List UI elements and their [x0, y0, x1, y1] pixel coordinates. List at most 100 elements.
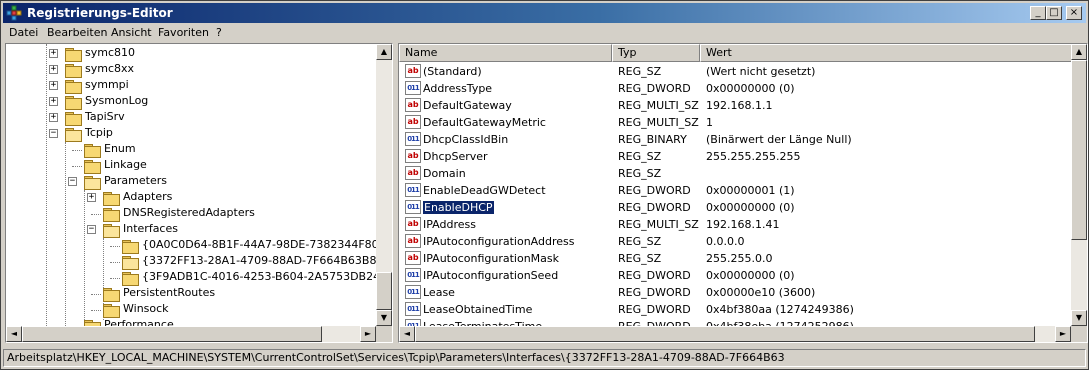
- tree-node[interactable]: Linkage: [6, 158, 376, 174]
- menu-help[interactable]: ?: [216, 26, 222, 39]
- tree-scroll-down-button[interactable]: ▼: [376, 310, 392, 326]
- folder-icon: [122, 240, 139, 254]
- tree-node[interactable]: − Tcpip: [6, 126, 376, 142]
- tree-node[interactable]: + symc8xx: [6, 62, 376, 78]
- value-row[interactable]: 011 IPAutoconfigurationSeed REG_DWORD 0x000…: [399, 267, 1073, 284]
- tree-node[interactable]: + Adapters: [6, 190, 376, 206]
- window-title: Registrierungs-Editor: [27, 6, 173, 20]
- tree-node-label: Interfaces: [123, 222, 178, 235]
- tree-guide-line: [72, 166, 82, 167]
- title-bar[interactable]: Registrierungs-Editor _ □ ×: [3, 3, 1086, 23]
- registry-tree-pane[interactable]: Performance Winsock PersistentRoutes {3F9AD…: [5, 43, 393, 343]
- tree-node[interactable]: Winsock: [6, 302, 376, 318]
- tree-horizontal-scrollbar[interactable]: ◄ ►: [6, 326, 376, 342]
- value-data: (Binärwert der Länge Null): [706, 133, 852, 146]
- tree-node[interactable]: DNSRegisteredAdapters: [6, 206, 376, 222]
- tree-node[interactable]: + symc810: [6, 46, 376, 62]
- value-data: 192.168.1.41: [706, 218, 780, 231]
- menu-datei[interactable]: Datei: [9, 26, 38, 39]
- list-vertical-scrollbar[interactable]: ▲ ▼: [1071, 44, 1087, 326]
- list-scroll-down-button[interactable]: ▼: [1071, 310, 1087, 326]
- value-type: REG_DWORD: [618, 303, 691, 316]
- value-row[interactable]: 011 DhcpClassIdBin REG_BINARY (Binärwert de…: [399, 131, 1073, 148]
- tree-expander-button[interactable]: +: [87, 193, 96, 202]
- close-button[interactable]: ×: [1066, 6, 1082, 20]
- list-scroll-up-button[interactable]: ▲: [1071, 44, 1087, 60]
- list-scroll-thumb[interactable]: [1071, 60, 1087, 240]
- tree-scroll-corner: [376, 326, 392, 342]
- tree-expander-button[interactable]: +: [49, 49, 58, 58]
- value-row[interactable]: ab DefaultGateway REG_MULTI_SZ 192.168.1.1: [399, 97, 1073, 114]
- menu-bearbeiten[interactable]: Bearbeiten: [47, 26, 107, 39]
- value-type: REG_DWORD: [618, 269, 691, 282]
- tree-node[interactable]: Enum: [6, 142, 376, 158]
- value-row[interactable]: ab IPAutoconfigurationAddress REG_SZ 0.0.0.…: [399, 233, 1073, 250]
- tree-scroll-thumb[interactable]: [376, 272, 392, 310]
- folder-icon: [103, 304, 120, 318]
- tree-expander-button[interactable]: +: [49, 97, 58, 106]
- value-data: 0x00000000 (0): [706, 269, 795, 282]
- tree-node-label: symc810: [85, 46, 135, 59]
- values-list-pane[interactable]: 011LeaseTerminatesTimeREG_DWORD0x4bf38eb…: [398, 43, 1088, 343]
- tree-node[interactable]: + SysmonLog: [6, 94, 376, 110]
- menu-favoriten[interactable]: Favoriten: [158, 26, 209, 39]
- tree-scroll-left-button[interactable]: ◄: [6, 326, 22, 342]
- folder-icon: [103, 192, 120, 206]
- list-hscroll-thumb[interactable]: [415, 326, 1035, 342]
- value-row[interactable]: ab DefaultGatewayMetric REG_MULTI_SZ 1: [399, 114, 1073, 131]
- string-value-icon: ab: [405, 64, 421, 78]
- status-bar-path: Arbeitsplatz\HKEY_LOCAL_MACHINE\SYSTEM\C…: [3, 349, 1086, 367]
- list-scroll-right-button[interactable]: ►: [1055, 326, 1071, 342]
- tree-expander-button[interactable]: −: [87, 225, 96, 234]
- value-row[interactable]: ab IPAutoconfigurationMask REG_SZ 255.255.0…: [399, 250, 1073, 267]
- value-row[interactable]: 011 Lease REG_DWORD 0x00000e10 (3600): [399, 284, 1073, 301]
- tree-node[interactable]: {0A0C0D64-8B1F-44A7-98DE-7382344F8070}: [6, 238, 392, 254]
- tree-expander-button[interactable]: −: [49, 129, 58, 138]
- tree-expander-button[interactable]: +: [49, 113, 58, 122]
- menu-ansicht[interactable]: Ansicht: [111, 26, 152, 39]
- tree-node[interactable]: {3372FF13-28A1-4709-88AD-7F664B63B817}: [6, 254, 392, 270]
- tree-expander-button[interactable]: −: [68, 177, 77, 186]
- value-row[interactable]: 011 AddressType REG_DWORD 0x00000000 (0): [399, 80, 1073, 97]
- value-row[interactable]: 011 EnableDHCP REG_DWORD 0x00000000 (0): [399, 199, 1073, 216]
- minimize-button[interactable]: _: [1030, 6, 1046, 20]
- tree-node[interactable]: PersistentRoutes: [6, 286, 376, 302]
- maximize-button[interactable]: □: [1046, 6, 1062, 20]
- tree-expander-button[interactable]: +: [49, 81, 58, 90]
- column-header-type[interactable]: Typ: [612, 44, 700, 62]
- folder-icon: [65, 64, 82, 78]
- tree-node[interactable]: − Interfaces: [6, 222, 376, 238]
- tree-hscroll-thumb[interactable]: [22, 326, 322, 342]
- value-data: 0x00000000 (0): [706, 82, 795, 95]
- tree-guide-line: [110, 278, 120, 279]
- value-row[interactable]: ab Domain REG_SZ: [399, 165, 1073, 182]
- tree-node-label: Adapters: [123, 190, 173, 203]
- folder-open-icon: [103, 224, 120, 238]
- value-type: REG_SZ: [618, 65, 662, 78]
- value-row[interactable]: ab IPAddress REG_MULTI_SZ 192.168.1.41: [399, 216, 1073, 233]
- value-name: LeaseObtainedTime: [423, 303, 533, 316]
- value-row[interactable]: 011 LeaseObtainedTime REG_DWORD 0x4bf380aa …: [399, 301, 1073, 318]
- value-row[interactable]: ab DhcpServer REG_SZ 255.255.255.255: [399, 148, 1073, 165]
- column-header-data[interactable]: Wert: [700, 44, 1073, 62]
- value-row[interactable]: ab (Standard) REG_SZ (Wert nicht gesetzt): [399, 63, 1073, 80]
- tree-expander-button[interactable]: +: [49, 65, 58, 74]
- value-data: 255.255.0.0: [706, 252, 773, 265]
- list-horizontal-scrollbar[interactable]: ◄ ►: [399, 326, 1071, 342]
- tree-node[interactable]: − Parameters: [6, 174, 376, 190]
- value-type: REG_SZ: [618, 167, 662, 180]
- list-scroll-left-button[interactable]: ◄: [399, 326, 415, 342]
- value-row[interactable]: 011 EnableDeadGWDetect REG_DWORD 0x00000001…: [399, 182, 1073, 199]
- tree-node[interactable]: + symmpi: [6, 78, 376, 94]
- value-name: EnableDeadGWDetect: [423, 184, 546, 197]
- tree-scroll-right-button[interactable]: ►: [360, 326, 376, 342]
- tree-vertical-scrollbar[interactable]: ▲ ▼: [376, 44, 392, 326]
- binary-value-icon: 011: [405, 285, 421, 299]
- tree-node[interactable]: {3F9ADB1C-4016-4253-B604-2A5753DB24DB}: [6, 270, 392, 286]
- tree-node-label: Enum: [104, 142, 136, 155]
- tree-node[interactable]: + TapiSrv: [6, 110, 376, 126]
- value-name: DhcpClassIdBin: [423, 133, 509, 146]
- folder-icon: [84, 144, 101, 158]
- tree-scroll-up-button[interactable]: ▲: [376, 44, 392, 60]
- column-header-name[interactable]: Name: [399, 44, 612, 62]
